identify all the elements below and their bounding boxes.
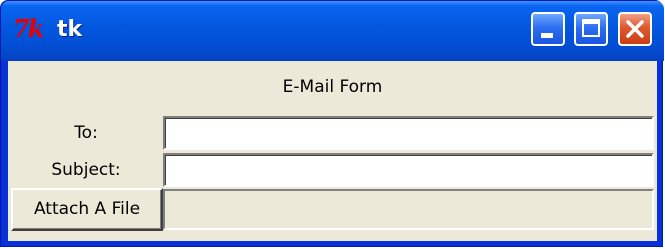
attachment-field xyxy=(163,189,654,230)
form-title: E-Mail Form xyxy=(282,77,383,97)
app-window: 7k tk E-Mail Form To: Subject: Attach A … xyxy=(0,0,664,247)
attach-file-button[interactable]: Attach A File xyxy=(11,188,163,231)
subject-label: Subject: xyxy=(51,160,121,180)
close-icon xyxy=(626,20,644,38)
tk-logo-icon: 7k xyxy=(13,14,44,43)
form-area: E-Mail Form To: Subject: Attach A File xyxy=(8,61,657,241)
to-field[interactable] xyxy=(163,116,654,150)
subject-field[interactable] xyxy=(163,153,654,187)
minimize-button[interactable] xyxy=(531,12,565,46)
window-title: tk xyxy=(57,17,83,42)
title-bar[interactable]: 7k tk xyxy=(1,1,664,61)
maximize-button[interactable] xyxy=(574,12,608,46)
to-label: To: xyxy=(74,123,98,143)
minimize-icon xyxy=(541,33,553,38)
close-button[interactable] xyxy=(618,12,652,46)
maximize-icon xyxy=(582,19,600,37)
